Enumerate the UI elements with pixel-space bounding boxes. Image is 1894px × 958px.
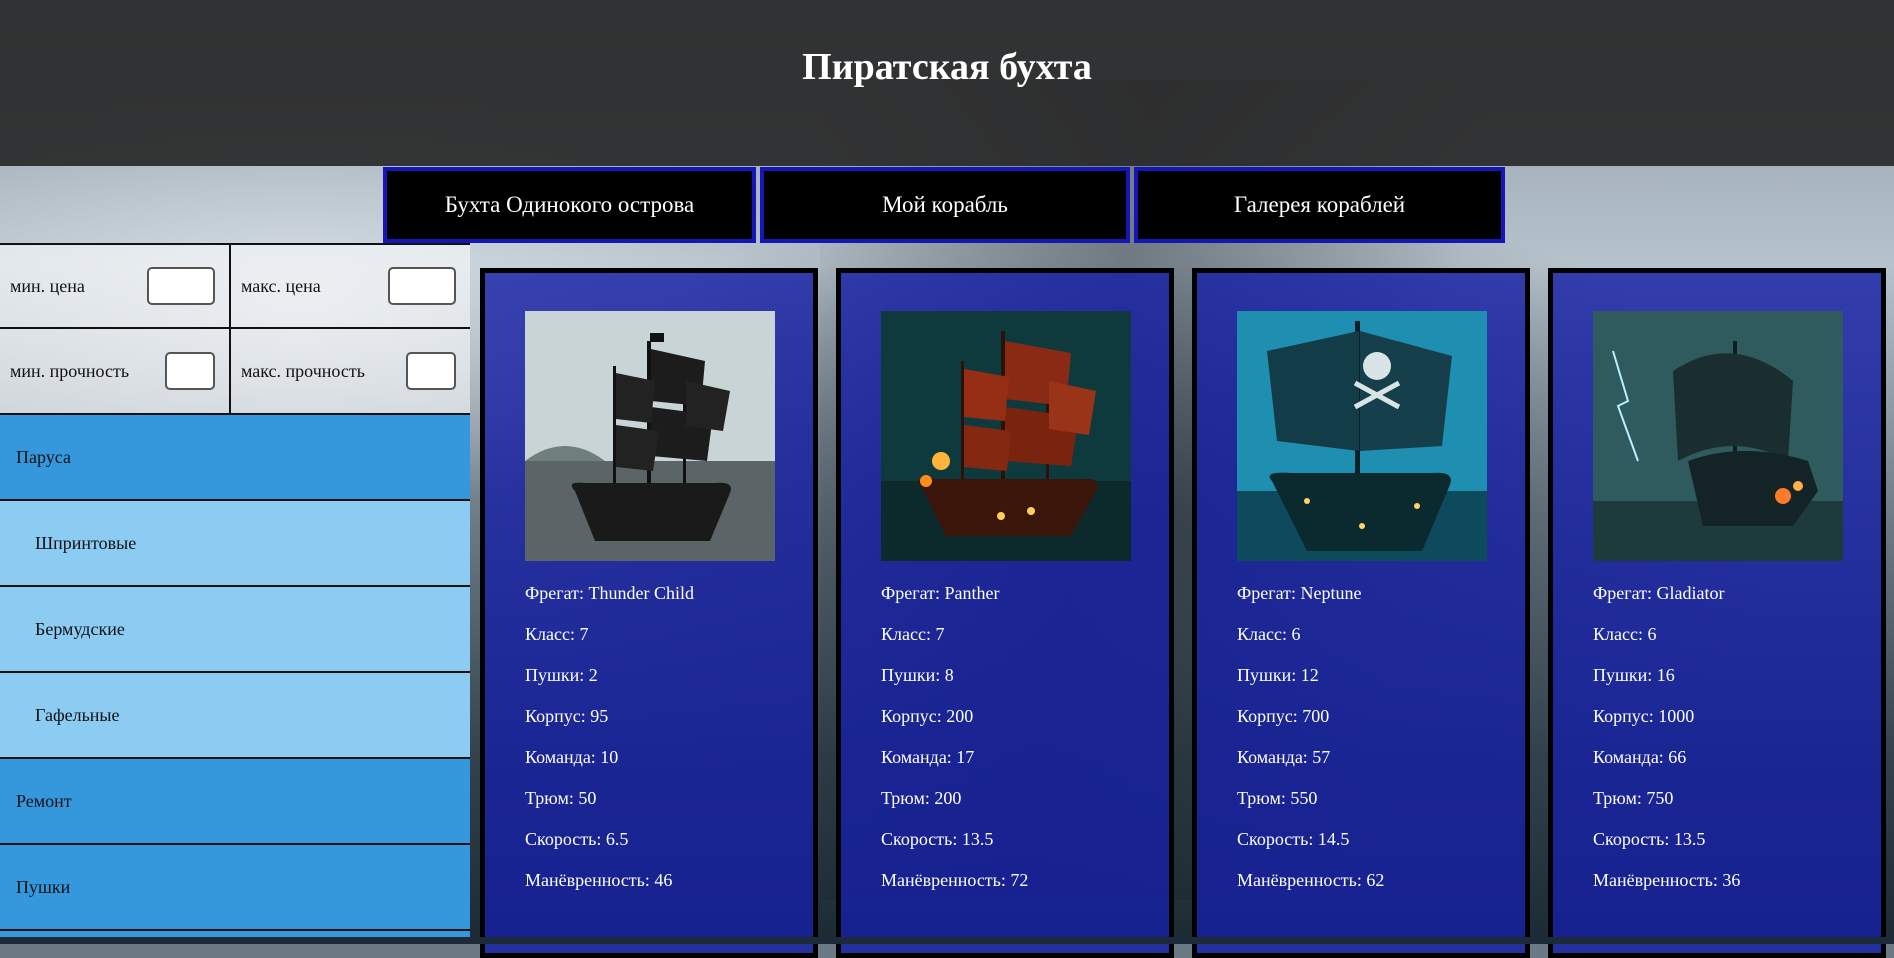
- strength-filter-row: мин. прочность макс. прочность: [0, 329, 470, 415]
- max-price-filter: макс. цена: [231, 245, 470, 327]
- page-title: Пиратская бухта: [802, 46, 1092, 88]
- sidebar: мин. цена макс. цена мин. прочность макс…: [0, 243, 470, 941]
- min-price-filter: мин. цена: [0, 245, 231, 327]
- ship-guns: Пушки: 16: [1593, 665, 1675, 685]
- price-filter-row: мин. цена макс. цена: [0, 243, 470, 329]
- ship-panther-image: [881, 311, 1131, 561]
- ship-crew: Команда: 57: [1237, 747, 1331, 767]
- sidebar-item-bermuda[interactable]: Бермудские: [0, 587, 470, 673]
- sidebar-item-spritsail[interactable]: Шпринтовые: [0, 501, 470, 587]
- ship-class: Класс: 6: [1593, 624, 1657, 644]
- min-strength-filter: мин. прочность: [0, 329, 231, 413]
- ship-hold: Трюм: 200: [881, 788, 962, 808]
- ship-class: Класс: 6: [1237, 624, 1301, 644]
- ship-card[interactable]: Фрегат: Gladiator Класс: 6 Пушки: 16 Кор…: [1548, 268, 1886, 958]
- ship-speed: Скорость: 13.5: [1593, 829, 1706, 849]
- min-strength-label: мин. прочность: [10, 360, 130, 381]
- ship-speed: Скорость: 14.5: [1237, 829, 1350, 849]
- ship-guns: Пушки: 8: [881, 665, 954, 685]
- ship-guns: Пушки: 2: [525, 665, 598, 685]
- max-strength-input[interactable]: [406, 352, 456, 390]
- ship-specs: Фрегат: Gladiator Класс: 6 Пушки: 16 Кор…: [1593, 582, 1740, 910]
- tab-lonely-island-cove[interactable]: Бухта Одинокого острова: [383, 167, 756, 243]
- ship-hold: Трюм: 550: [1237, 788, 1318, 808]
- ship-crew: Команда: 17: [881, 747, 975, 767]
- ship-frigate-name: Фрегат: Neptune: [1237, 583, 1362, 603]
- ship-maneuverability: Манёвренность: 46: [525, 870, 673, 890]
- page-bottom-edge: [0, 937, 1894, 944]
- ship-guns: Пушки: 12: [1237, 665, 1319, 685]
- max-strength-filter: макс. прочность: [231, 329, 470, 413]
- ship-frigate-name: Фрегат: Thunder Child: [525, 583, 694, 603]
- tab-ship-gallery[interactable]: Галерея кораблей: [1134, 167, 1505, 243]
- ship-specs: Фрегат: Neptune Класс: 6 Пушки: 12 Корпу…: [1237, 582, 1384, 910]
- ship-specs: Фрегат: Panther Класс: 7 Пушки: 8 Корпус…: [881, 582, 1028, 910]
- ship-card[interactable]: Фрегат: Panther Класс: 7 Пушки: 8 Корпус…: [836, 268, 1174, 958]
- ship-specs: Фрегат: Thunder Child Класс: 7 Пушки: 2 …: [525, 582, 694, 910]
- sidebar-item-gaff[interactable]: Гафельные: [0, 673, 470, 759]
- min-price-label: мин. цена: [10, 275, 85, 296]
- ship-thunder-child-image: [525, 311, 775, 561]
- ship-neptune-image: [1237, 311, 1487, 561]
- ship-class: Класс: 7: [881, 624, 945, 644]
- site-header: Пиратская бухта: [0, 0, 1894, 166]
- main-nav: Бухта Одинокого острова Мой корабль Гале…: [383, 167, 1505, 243]
- ship-crew: Команда: 66: [1593, 747, 1687, 767]
- ship-hull: Корпус: 95: [525, 706, 609, 726]
- ship-hold: Трюм: 50: [525, 788, 597, 808]
- ship-speed: Скорость: 6.5: [525, 829, 629, 849]
- ship-maneuverability: Манёвренность: 36: [1593, 870, 1741, 890]
- ship-hull: Корпус: 1000: [1593, 706, 1695, 726]
- tab-my-ship[interactable]: Мой корабль: [760, 167, 1130, 243]
- ship-hull: Корпус: 700: [1237, 706, 1330, 726]
- ship-class: Класс: 7: [525, 624, 589, 644]
- sidebar-item-sails[interactable]: Паруса: [0, 415, 470, 501]
- sidebar-item-cannons[interactable]: Пушки: [0, 845, 470, 931]
- max-price-input[interactable]: [388, 267, 456, 305]
- ship-speed: Скорость: 13.5: [881, 829, 994, 849]
- ship-maneuverability: Манёвренность: 72: [881, 870, 1029, 890]
- ship-card[interactable]: Фрегат: Neptune Класс: 6 Пушки: 12 Корпу…: [1192, 268, 1530, 958]
- sidebar-item-repair[interactable]: Ремонт: [0, 759, 470, 845]
- max-price-label: макс. цена: [241, 275, 321, 296]
- ship-hull: Корпус: 200: [881, 706, 974, 726]
- ship-maneuverability: Манёвренность: 62: [1237, 870, 1385, 890]
- min-price-input[interactable]: [147, 267, 215, 305]
- ship-card[interactable]: Фрегат: Thunder Child Класс: 7 Пушки: 2 …: [480, 268, 818, 958]
- ship-frigate-name: Фрегат: Gladiator: [1593, 583, 1725, 603]
- ship-frigate-name: Фрегат: Panther: [881, 583, 1000, 603]
- min-strength-input[interactable]: [165, 352, 215, 390]
- ship-hold: Трюм: 750: [1593, 788, 1674, 808]
- max-strength-label: макс. прочность: [241, 360, 365, 381]
- ship-crew: Команда: 10: [525, 747, 619, 767]
- ship-gladiator-image: [1593, 311, 1843, 561]
